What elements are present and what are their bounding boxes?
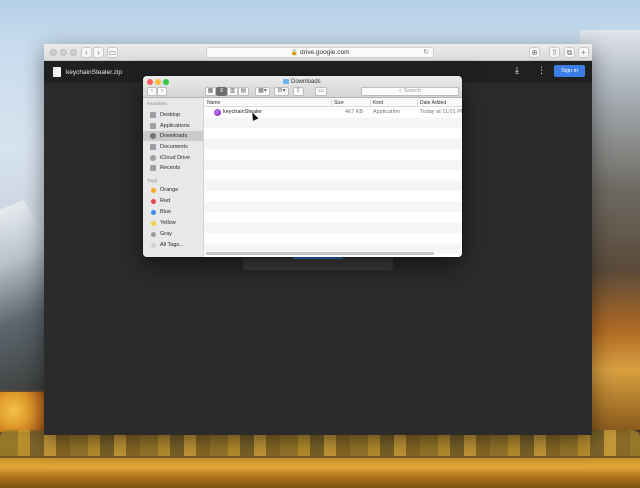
reload-icon[interactable]: ↻ (423, 48, 429, 58)
sidebar-item-label: Orange (160, 187, 179, 193)
folder-icon (283, 79, 289, 84)
column-header-name[interactable]: Name (207, 100, 220, 106)
application-icon (214, 109, 221, 116)
sidebar-tag-blue[interactable]: Blue (143, 207, 203, 217)
sidebar-item-downloads[interactable]: Downloads (143, 131, 203, 141)
column-view-icon[interactable]: ▥ (227, 87, 238, 96)
sidebar-item-label: Recents (160, 165, 181, 171)
column-header-kind[interactable]: Kind (373, 100, 383, 106)
sidebar-tag-all-tags[interactable]: All Tags... (143, 240, 203, 250)
more-options-icon[interactable]: ⋮ (537, 65, 546, 76)
group-by-icon[interactable]: ▦▾ (255, 87, 270, 96)
new-tab-icon[interactable]: + (578, 47, 589, 58)
finder-title-text: Downloads (291, 79, 321, 85)
finder-title: Downloads (283, 78, 321, 86)
sidebar-tag-gray[interactable]: Gray (143, 229, 203, 239)
desktop-icon (150, 112, 156, 118)
sidebar-item-desktop[interactable]: Desktop (143, 110, 203, 120)
list-view-icon[interactable]: ≡ (216, 87, 227, 96)
download-icon[interactable]: ⤓ (515, 65, 519, 76)
sidebar-item-label: Red (160, 198, 171, 204)
finder-minimize-button[interactable] (155, 79, 161, 85)
browser-back-button[interactable]: ‹ (81, 47, 92, 58)
lock-icon: 🔒 (290, 50, 298, 56)
column-divider (331, 99, 332, 106)
sidebar-item-documents[interactable]: Documents (143, 142, 203, 152)
finder-close-button[interactable] (147, 79, 153, 85)
file-date-added: Today at 11:01 PM (420, 109, 462, 115)
finder-search-input[interactable]: ⌕ Search (361, 87, 459, 96)
url-text: drive.google.com (299, 49, 350, 56)
finder-back-button[interactable]: ‹ (147, 87, 157, 96)
documents-icon (150, 144, 156, 150)
sidebar-tag-red[interactable]: Red (143, 196, 203, 206)
desktop-wallpaper-lake (0, 458, 640, 488)
sidebar-heading-tags: Tags (147, 179, 158, 184)
tag-dot-icon (151, 220, 156, 226)
sidebar-item-label: Desktop (160, 112, 181, 118)
sidebar-tag-yellow[interactable]: Yellow (143, 218, 203, 228)
browser-close-button[interactable] (50, 49, 57, 56)
finder-titlebar: Downloads ‹ › ▦ ≡ ▥ ▤ ▦▾ ⚙▾ ⇧ ▭ ⌕ Search (143, 76, 462, 98)
file-size: 467 KB (345, 109, 364, 115)
sidebar-item-label: Blue (160, 209, 172, 215)
sidebar-heading-favorites: Favorites (147, 102, 167, 107)
tag-dot-icon (151, 198, 156, 204)
browser-toolbar: ‹ › ▭ 🔒 drive.google.com ↻ ⊕ ⇧ ⧉ + (44, 44, 592, 61)
sidebar-item-label: Applications (160, 123, 190, 129)
icon-view-icon[interactable]: ▦ (205, 87, 216, 96)
file-kind: Application (373, 109, 400, 115)
tag-dot-icon (151, 187, 156, 193)
icloud-icon (150, 155, 156, 161)
browser-zoom-button[interactable] (70, 49, 77, 56)
sidebar-item-icloud-drive[interactable]: iCloud Drive (143, 153, 203, 163)
sidebar-item-label: All Tags... (160, 242, 184, 248)
applications-icon (150, 123, 156, 129)
column-header-size[interactable]: Size (334, 100, 344, 106)
file-list-header: Name Size Kind Date Added (204, 98, 462, 107)
horizontal-scrollbar[interactable] (206, 252, 434, 255)
finder-zoom-button[interactable] (163, 79, 169, 85)
tag-dot-icon (151, 231, 156, 237)
sidebar-item-label: Documents (160, 144, 188, 150)
tag-dot-icon (151, 209, 156, 215)
tag-icon[interactable]: ▭ (315, 87, 327, 96)
sidebar-item-label: Gray (160, 231, 172, 237)
sidebar-item-label: Yellow (160, 220, 176, 226)
finder-forward-button[interactable]: › (157, 87, 167, 96)
sidebar-item-recents[interactable]: Recents (143, 163, 203, 173)
sidebar-item-applications[interactable]: Applications (143, 121, 203, 131)
share-icon[interactable]: ⇧ (293, 87, 304, 96)
browser-forward-button[interactable]: › (93, 47, 104, 58)
column-header-date-added[interactable]: Date Added (420, 100, 446, 106)
finder-sidebar: Favorites Desktop Applications Downloads… (143, 98, 204, 257)
share-icon[interactable]: ⇧ (549, 47, 560, 58)
column-divider (417, 99, 418, 106)
zip-file-icon (53, 67, 61, 77)
sidebar-item-label: Downloads (160, 133, 188, 139)
sidebar-item-label: iCloud Drive (160, 155, 190, 161)
sidebar-tag-orange[interactable]: Orange (143, 185, 203, 195)
sidebar-toggle-icon[interactable]: ▭ (107, 47, 118, 58)
gallery-view-icon[interactable]: ▤ (238, 87, 249, 96)
finder-file-list: Name Size Kind Date Added keychainSteale… (204, 98, 462, 257)
downloads-icon[interactable]: ⊕ (529, 47, 540, 58)
tag-dot-icon (151, 242, 156, 248)
browser-minimize-button[interactable] (60, 49, 67, 56)
viewer-progress-indicator (293, 257, 343, 259)
sign-in-button[interactable]: Sign in (554, 65, 585, 77)
column-divider (370, 99, 371, 106)
address-bar[interactable]: 🔒 drive.google.com ↻ (206, 47, 434, 58)
search-placeholder: Search (403, 88, 422, 94)
tabs-overview-icon[interactable]: ⧉ (564, 47, 575, 58)
action-gear-icon[interactable]: ⚙▾ (274, 87, 289, 96)
table-row[interactable]: keychainStealer 467 KB Application Today… (204, 107, 462, 118)
file-list-rows (204, 107, 462, 257)
finder-window: Downloads ‹ › ▦ ≡ ▥ ▤ ▦▾ ⚙▾ ⇧ ▭ ⌕ Search… (143, 76, 462, 257)
recents-icon (150, 165, 156, 171)
file-title: keychainStealer.zip (66, 69, 123, 76)
downloads-icon (150, 133, 156, 139)
